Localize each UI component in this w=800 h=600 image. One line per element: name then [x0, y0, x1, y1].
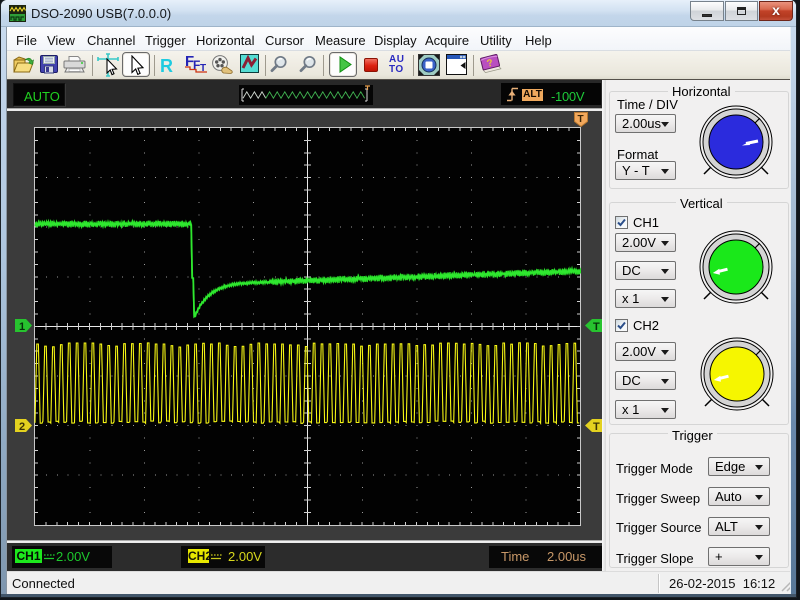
svg-text:T: T — [593, 321, 600, 333]
svg-text:2: 2 — [19, 421, 25, 433]
svg-text:1: 1 — [19, 321, 25, 333]
svg-text:T: T — [593, 421, 600, 433]
svg-text:T: T — [578, 114, 584, 125]
